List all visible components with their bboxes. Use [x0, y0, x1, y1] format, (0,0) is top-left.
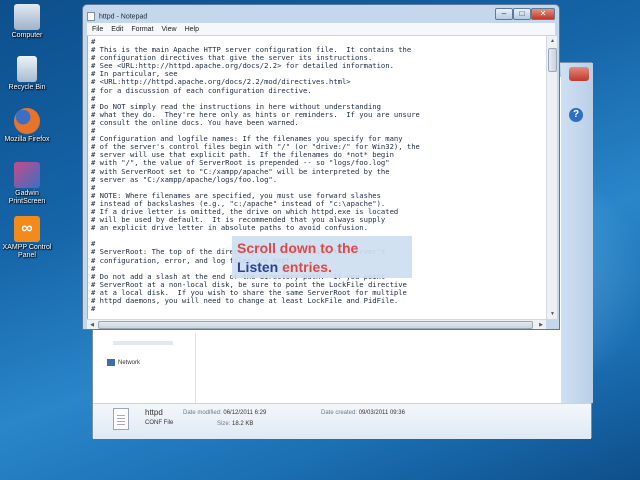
desktop-icon-recycle-bin[interactable]: Recycle Bin: [2, 56, 52, 92]
callout-keyword: Listen: [237, 259, 279, 275]
window-title: httpd - Notepad: [99, 13, 148, 21]
computer-icon: [14, 4, 40, 30]
pane-divider: [195, 333, 196, 403]
recycle-bin-icon: [17, 56, 37, 82]
network-icon: [107, 359, 115, 366]
maximize-button[interactable]: □: [513, 8, 531, 20]
vertical-scroll-thumb[interactable]: [548, 48, 557, 72]
desktop-icon-xampp[interactable]: ∞ XAMPP Control Panel: [2, 216, 52, 260]
horizontal-scroll-thumb[interactable]: [98, 321, 533, 329]
size-label: Size:: [217, 421, 231, 427]
callout-line2: Listen entries.: [237, 258, 412, 277]
scroll-up-arrow-icon[interactable]: ▲: [547, 36, 558, 46]
date-created-label: Date created:: [321, 410, 358, 416]
desktop-icon-firefox[interactable]: Mozilla Firefox: [2, 108, 52, 144]
minimize-button[interactable]: –: [495, 8, 513, 20]
menu-view[interactable]: View: [162, 26, 177, 33]
date-modified-value: 06/12/2011 6:29: [223, 410, 267, 416]
desktop-icon-computer[interactable]: Computer: [2, 4, 52, 40]
desktop-icon-label: Gadwin PrintScreen: [8, 190, 46, 205]
callout-line1: Scroll down to the: [237, 240, 359, 256]
desktop-icon-label: Mozilla Firefox: [4, 136, 50, 143]
details-pane: httpd CONF File Date modified: 06/12/201…: [93, 403, 591, 439]
date-modified: Date modified: 06/12/2011 6:29: [183, 410, 266, 416]
size-value: 18.2 KB: [232, 421, 254, 427]
close-button[interactable]: ✕: [531, 8, 555, 20]
file-type: CONF File: [145, 420, 174, 426]
date-created: Date created: 09/03/2011 09:36: [321, 410, 405, 416]
menu-bar: File Edit Format View Help: [87, 23, 555, 36]
file-size: Size: 18.2 KB: [217, 421, 253, 427]
xampp-icon: ∞: [14, 216, 40, 242]
notepad-title-bar[interactable]: httpd - Notepad: [87, 8, 527, 22]
nav-item-network[interactable]: Network: [107, 359, 140, 366]
callout-line2-rest: entries.: [278, 259, 332, 275]
scroll-left-arrow-icon[interactable]: ◀: [87, 320, 97, 330]
firefox-icon: [14, 108, 40, 134]
desktop-icon-label: XAMPP Control Panel: [2, 244, 52, 259]
date-created-value: 09/03/2011 09:36: [358, 410, 405, 416]
help-icon[interactable]: ?: [569, 108, 583, 122]
nav-item-label: Network: [118, 360, 141, 367]
explorer-close-button[interactable]: [569, 67, 589, 81]
menu-format[interactable]: Format: [131, 26, 153, 33]
printscreen-icon: [14, 162, 40, 188]
horizontal-scrollbar[interactable]: ◀ ▶: [87, 319, 546, 329]
scroll-down-arrow-icon[interactable]: ▼: [547, 309, 558, 319]
menu-help[interactable]: Help: [185, 26, 199, 33]
date-modified-label: Date modified:: [183, 410, 222, 416]
explorer-nav-pane: Network: [93, 333, 193, 403]
menu-edit[interactable]: Edit: [111, 26, 123, 33]
file-name: httpd: [145, 408, 163, 417]
notepad-app-icon: [87, 12, 95, 22]
nav-item-faint: [113, 341, 173, 345]
menu-file[interactable]: File: [92, 26, 103, 33]
desktop-icon-label: Recycle Bin: [8, 84, 46, 91]
tutorial-callout: Scroll down to the Listen entries.: [232, 236, 412, 278]
vertical-scrollbar[interactable]: ▲ ▼: [546, 36, 557, 319]
desktop-icon-gadwin[interactable]: Gadwin PrintScreen: [2, 162, 52, 206]
conf-file-icon: [113, 408, 129, 430]
scroll-right-arrow-icon[interactable]: ▶: [536, 320, 546, 330]
notepad-window: httpd - Notepad – □ ✕ File Edit Format View He…: [82, 4, 560, 330]
desktop-icon-label: Computer: [11, 32, 43, 39]
